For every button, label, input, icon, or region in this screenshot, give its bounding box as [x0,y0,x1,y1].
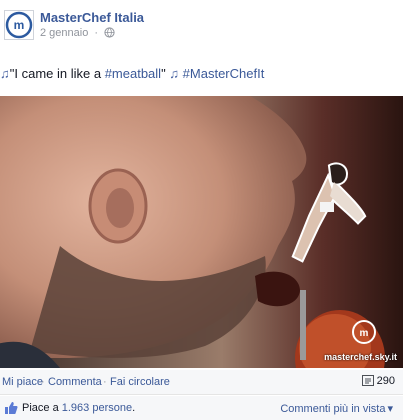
most-relevant-comments-dropdown[interactable]: Commenti più in vista ▾ [280,402,393,415]
like-button[interactable]: Mi piace [2,376,43,388]
post-action-bar: Mi piace · Commenta · Fai circolare 290 [0,370,403,395]
meta-separator: · [94,27,99,39]
post-photo[interactable]: m masterchef.sky.it [0,96,403,368]
masterchef-logo-avatar[interactable]: m [4,10,34,40]
likes-suffix: . [132,402,136,414]
svg-text:m: m [360,328,369,339]
share-count-value: 290 [376,375,395,387]
action-separator: · [103,376,107,388]
hashtag-masterchefit-link[interactable]: #MasterChefIt [183,66,265,81]
caption-text: "I came in like a [9,66,105,81]
music-note-icon-2: ♫ [169,66,180,81]
likes-prefix: Piace a [22,402,62,414]
music-note-icon: ♫ [0,66,10,81]
most-relevant-label: Commenti più in vista [280,403,386,415]
globe-icon [104,27,115,38]
likes-count-link[interactable]: 1.963 persone [62,402,132,414]
chef-photo-illustration: m [0,96,403,368]
post-date-link[interactable]: 2 gennaio [40,27,88,39]
photo-watermark: masterchef.sky.it [324,352,397,362]
share-icon [361,375,374,386]
caret-down-icon: ▾ [387,403,393,415]
thumbs-up-icon [5,402,18,414]
likes-summary: Piace a 1.963 persone. Commenti più in v… [0,396,403,420]
comment-button[interactable]: Commenta [48,376,102,388]
likes-text: Piace a 1.963 persone. [22,402,135,414]
page-name-link[interactable]: MasterChef Italia [40,10,144,25]
share-button[interactable]: Fai circolare [110,376,170,388]
hashtag-meatball-link[interactable]: #meatball [105,66,161,81]
action-separator: · [41,376,45,388]
share-count[interactable]: 290 [361,375,395,387]
masterchef-logo-icon: m [5,11,33,39]
svg-text:m: m [14,18,25,32]
post-meta: 2 gennaio · [40,27,115,39]
post-caption: ♫"I came in like a #meatball" ♫ #MasterC… [0,66,264,81]
post-header: m MasterChef Italia 2 gennaio · [0,0,403,48]
